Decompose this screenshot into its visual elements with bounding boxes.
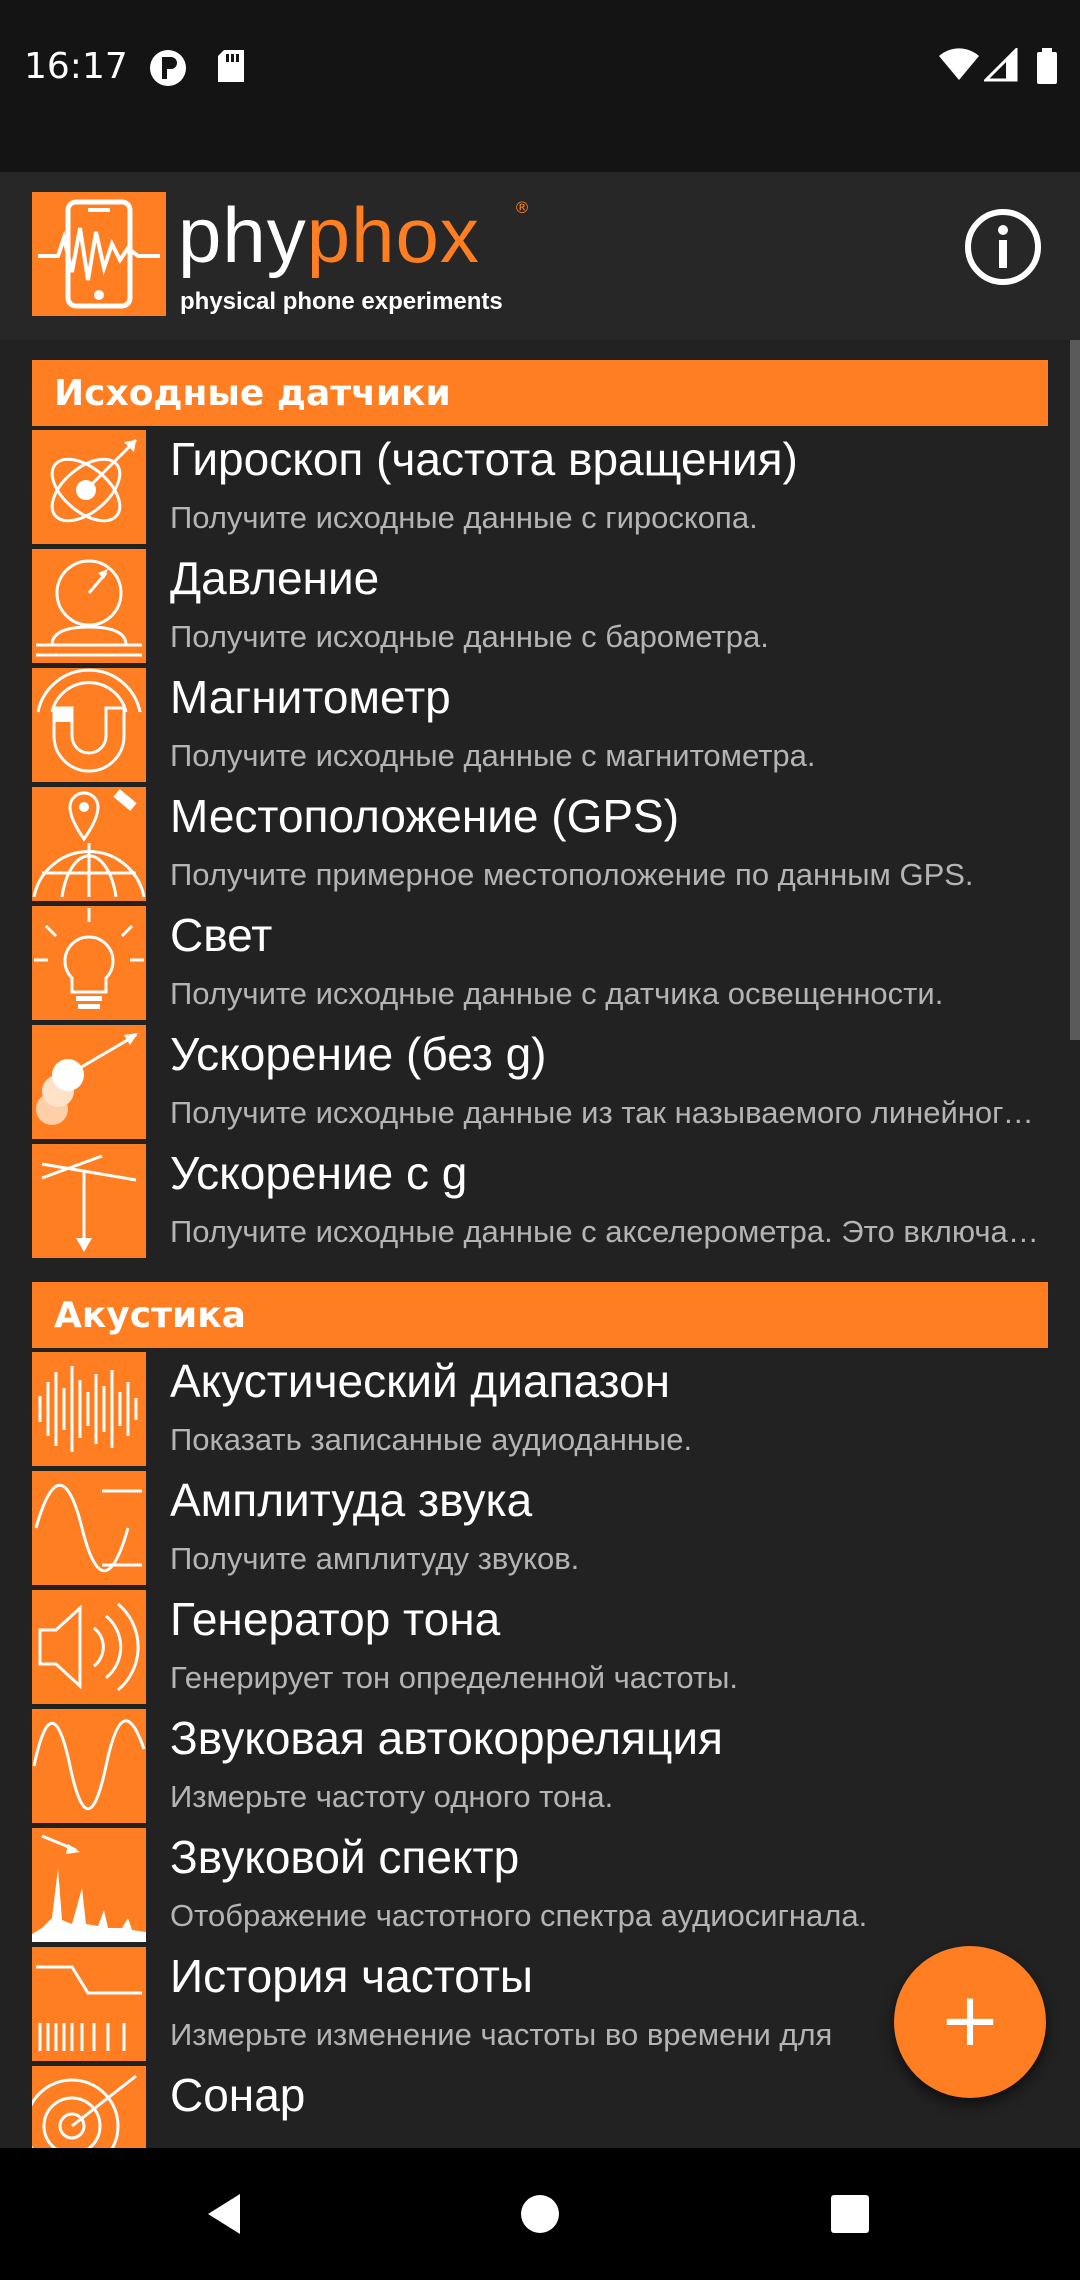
app-bar: phyphox ® physical phone experiments [0, 172, 1080, 340]
autocorrelation-icon [32, 1709, 146, 1823]
cell-signal-icon [984, 48, 1018, 82]
item-description: Получите примерное местоположение по дан… [170, 857, 974, 892]
item-title: Звуковая автокорреляция [170, 1712, 723, 1764]
amplitude-icon [32, 1471, 146, 1585]
recents-icon[interactable] [830, 2194, 870, 2234]
status-bar: 16:17 [0, 0, 1080, 172]
info-button[interactable] [964, 208, 1042, 286]
frequency-history-icon [32, 1947, 146, 2061]
list-item[interactable]: Звуковая автокорреляция Измерьте частоту… [32, 1709, 1048, 1827]
logo-tagline: physical phone experiments [180, 288, 503, 315]
magnet-icon [32, 668, 146, 782]
battery-icon [1037, 48, 1057, 84]
item-title: Акустический диапазон [170, 1355, 671, 1407]
wifi-icon [939, 48, 979, 80]
item-description: Показать записанные аудиоданные. [170, 1422, 693, 1457]
item-description: Получите исходные данные с барометра. [170, 619, 769, 654]
item-description: Отображение частотного спектра аудиосигн… [170, 1898, 868, 1933]
experiment-list[interactable]: Исходные датчики Гироскоп (частота враще… [0, 340, 1080, 2148]
pressure-icon [32, 549, 146, 663]
logo-wordmark: phyphox [178, 191, 480, 279]
gyroscope-icon [32, 430, 146, 544]
section-header-raw-sensors: Исходные датчики [32, 360, 1048, 426]
item-title: Амплитуда звука [170, 1474, 533, 1526]
p-notification-icon [150, 50, 186, 86]
item-description: Получите исходные данные с акселерометра… [170, 1214, 1050, 1249]
phyphox-logo-icon [32, 192, 166, 316]
item-title: Генератор тона [170, 1593, 501, 1645]
back-icon[interactable] [204, 2192, 244, 2236]
sonar-icon [24, 2066, 146, 2148]
item-description: Генерирует тон определенной частоты. [170, 1660, 739, 1695]
list-item[interactable]: Акустический диапазон Показать записанны… [32, 1352, 1048, 1470]
home-icon[interactable] [520, 2194, 560, 2234]
list-item[interactable]: Свет Получите исходные данные с датчика … [32, 906, 1048, 1024]
location-icon [32, 787, 146, 901]
status-time: 16:17 [24, 46, 128, 87]
item-title: Магнитометр [170, 671, 451, 723]
list-item[interactable]: Генератор тона Генерирует тон определенн… [32, 1590, 1048, 1708]
item-description: Измерьте частоту одного тона. [170, 1779, 614, 1814]
registered-mark: ® [514, 198, 530, 217]
item-title: Гироскоп (частота вращения) [170, 433, 798, 485]
sd-card-icon [218, 50, 244, 82]
list-item[interactable]: Давление Получите исходные данные с баро… [32, 549, 1048, 667]
speaker-icon [32, 1590, 146, 1704]
list-item[interactable]: Ускорение (без g) Получите исходные данн… [32, 1025, 1050, 1143]
item-title: Местоположение (GPS) [170, 790, 680, 842]
light-bulb-icon [32, 906, 146, 1020]
item-title: История частоты [170, 1950, 533, 2002]
audio-scope-icon [32, 1352, 146, 1466]
acceleration-icon [32, 1025, 146, 1139]
plus-icon: + [938, 1977, 1001, 2063]
item-description: Получите исходные данные с магнитометра. [170, 738, 816, 773]
item-title: Ускорение (без g) [170, 1028, 547, 1080]
list-item[interactable]: Магнитометр Получите исходные данные с м… [32, 668, 1048, 786]
item-description: Получите исходные данные из так называем… [170, 1095, 1050, 1130]
item-description: Получите исходные данные с гироскопа. [170, 500, 758, 535]
add-experiment-button[interactable]: + [894, 1946, 1046, 2098]
list-item[interactable]: Местоположение (GPS) Получите примерное … [32, 787, 1048, 905]
item-description: Получите исходные данные с датчика освещ… [170, 976, 944, 1011]
item-title: Свет [170, 909, 273, 961]
list-item[interactable]: Гироскоп (частота вращения) Получите исх… [32, 430, 1048, 548]
item-description: Получите амплитуду звуков. [170, 1541, 580, 1576]
item-title: Звуковой спектр [170, 1831, 520, 1883]
scrollbar[interactable] [1070, 340, 1080, 1040]
list-item[interactable]: Амплитуда звука Получите амплитуду звуко… [32, 1471, 1048, 1589]
section-header-acoustics: Акустика [32, 1282, 1048, 1348]
item-title: Ускорение с g [170, 1147, 468, 1199]
list-item[interactable]: Ускорение с g Получите исходные данные с… [32, 1144, 1050, 1262]
acceleration-g-icon [32, 1144, 146, 1258]
spectrum-icon [32, 1828, 146, 1942]
item-title: Сонар [170, 2069, 306, 2121]
navigation-bar [0, 2148, 1080, 2280]
item-title: Давление [170, 552, 380, 604]
list-item[interactable]: Звуковой спектр Отображение частотного с… [32, 1828, 1048, 1946]
